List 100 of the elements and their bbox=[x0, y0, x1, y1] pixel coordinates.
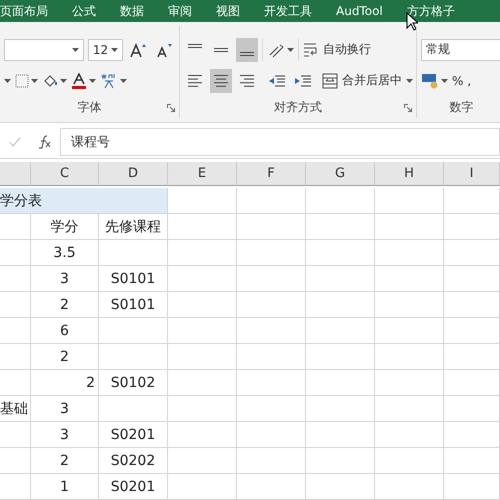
table-cell[interactable] bbox=[306, 214, 375, 240]
table-cell[interactable] bbox=[306, 370, 375, 396]
table-cell[interactable] bbox=[444, 318, 500, 344]
table-cell[interactable] bbox=[375, 292, 444, 318]
table-cell[interactable] bbox=[306, 396, 375, 422]
ribbon-tab[interactable]: 开发工具 bbox=[252, 0, 324, 22]
table-cell[interactable]: 2 bbox=[31, 448, 99, 474]
vertical-align-button[interactable] bbox=[236, 38, 258, 62]
table-cell[interactable]: 3.5 bbox=[31, 240, 99, 266]
table-cell[interactable]: 先修课程 bbox=[99, 214, 168, 240]
table-cell[interactable]: 3 bbox=[31, 396, 99, 422]
dialog-launcher-icon[interactable] bbox=[404, 104, 412, 112]
ribbon-tab[interactable]: 页面布局 bbox=[0, 0, 60, 22]
ribbon-tab[interactable]: 数据 bbox=[108, 0, 156, 22]
dialog-launcher-icon[interactable] bbox=[167, 104, 175, 112]
table-cell[interactable] bbox=[0, 318, 31, 344]
table-cell[interactable] bbox=[375, 370, 444, 396]
table-cell[interactable] bbox=[444, 266, 500, 292]
number-format-dropdown[interactable]: 常规 bbox=[421, 38, 500, 60]
table-cell[interactable] bbox=[444, 240, 500, 266]
table-cell[interactable] bbox=[237, 396, 306, 422]
table-cell[interactable] bbox=[306, 422, 375, 448]
table-cell[interactable] bbox=[0, 292, 31, 318]
table-cell[interactable] bbox=[237, 188, 306, 214]
select-all-corner[interactable] bbox=[0, 162, 31, 186]
table-cell[interactable] bbox=[168, 318, 237, 344]
table-cell[interactable] bbox=[444, 422, 500, 448]
table-cell[interactable] bbox=[306, 188, 375, 214]
table-cell[interactable]: S0201 bbox=[99, 422, 168, 448]
column-header[interactable]: F bbox=[237, 162, 306, 186]
column-header[interactable]: G bbox=[306, 162, 375, 186]
table-cell[interactable] bbox=[444, 344, 500, 370]
table-cell[interactable] bbox=[168, 370, 237, 396]
table-cell[interactable]: 2 bbox=[31, 292, 99, 318]
table-cell[interactable] bbox=[444, 448, 500, 474]
ribbon-tab[interactable]: 审阅 bbox=[156, 0, 204, 22]
table-cell[interactable] bbox=[168, 188, 237, 214]
table-cell[interactable]: 基础 bbox=[0, 396, 31, 422]
table-cell[interactable] bbox=[99, 344, 168, 370]
table-cell[interactable]: 3 bbox=[31, 266, 99, 292]
table-cell[interactable] bbox=[306, 448, 375, 474]
font-size-dropdown[interactable]: 12 bbox=[88, 38, 123, 60]
table-cell[interactable] bbox=[375, 344, 444, 370]
ribbon-tab[interactable]: 视图 bbox=[204, 0, 252, 22]
table-cell[interactable] bbox=[237, 448, 306, 474]
column-header[interactable]: C bbox=[31, 162, 99, 186]
table-cell[interactable] bbox=[237, 474, 306, 500]
formula-input[interactable]: 课程号 bbox=[60, 128, 500, 156]
table-cell[interactable] bbox=[0, 370, 31, 396]
table-cell[interactable] bbox=[168, 240, 237, 266]
table-cell[interactable] bbox=[306, 266, 375, 292]
table-cell[interactable]: 6 bbox=[31, 318, 99, 344]
table-cell[interactable] bbox=[306, 344, 375, 370]
table-cell[interactable] bbox=[0, 422, 31, 448]
table-cell[interactable] bbox=[237, 214, 306, 240]
table-cell[interactable] bbox=[237, 370, 306, 396]
column-header[interactable]: I bbox=[444, 162, 500, 186]
table-cell[interactable] bbox=[237, 422, 306, 448]
merge-center-button[interactable]: 合并后居中 bbox=[322, 68, 413, 92]
table-cell[interactable] bbox=[375, 266, 444, 292]
table-cell[interactable]: S0201 bbox=[99, 474, 168, 500]
comma-button[interactable]: , bbox=[467, 68, 472, 92]
ribbon-tab[interactable]: 公式 bbox=[60, 0, 108, 22]
wrap-text-button[interactable]: 自动换行 bbox=[303, 38, 371, 62]
column-header[interactable]: E bbox=[168, 162, 237, 186]
table-cell[interactable] bbox=[237, 266, 306, 292]
table-cell[interactable] bbox=[306, 240, 375, 266]
table-cell[interactable] bbox=[0, 474, 31, 500]
table-cell[interactable] bbox=[375, 474, 444, 500]
table-cell[interactable] bbox=[444, 370, 500, 396]
table-cell[interactable]: 3 bbox=[31, 422, 99, 448]
table-cell[interactable] bbox=[168, 422, 237, 448]
table-cell[interactable] bbox=[168, 266, 237, 292]
table-cell[interactable] bbox=[99, 396, 168, 422]
table-cell[interactable] bbox=[237, 240, 306, 266]
column-header[interactable]: H bbox=[375, 162, 444, 186]
table-cell[interactable] bbox=[444, 292, 500, 318]
table-cell[interactable]: 2 bbox=[31, 370, 99, 396]
table-cell[interactable] bbox=[99, 318, 168, 344]
table-cell[interactable] bbox=[237, 292, 306, 318]
table-cell[interactable] bbox=[99, 240, 168, 266]
font-name-dropdown[interactable] bbox=[4, 38, 84, 60]
table-cell[interactable]: S0101 bbox=[99, 266, 168, 292]
table-cell[interactable] bbox=[375, 318, 444, 344]
table-cell[interactable] bbox=[444, 474, 500, 500]
table-cell[interactable] bbox=[168, 214, 237, 240]
table-cell[interactable]: S0101 bbox=[99, 292, 168, 318]
table-cell[interactable] bbox=[375, 396, 444, 422]
table-cell[interactable] bbox=[0, 240, 31, 266]
horizontal-align-button[interactable] bbox=[210, 68, 232, 92]
table-cell[interactable] bbox=[168, 474, 237, 500]
table-cell[interactable] bbox=[168, 344, 237, 370]
table-cell[interactable]: S0102 bbox=[99, 370, 168, 396]
table-cell[interactable] bbox=[168, 292, 237, 318]
column-header[interactable]: D bbox=[99, 162, 168, 186]
table-cell[interactable] bbox=[375, 188, 444, 214]
table-cell[interactable]: S0202 bbox=[99, 448, 168, 474]
table-cell[interactable] bbox=[375, 214, 444, 240]
percent-button[interactable]: % bbox=[452, 68, 464, 92]
table-cell[interactable] bbox=[237, 344, 306, 370]
